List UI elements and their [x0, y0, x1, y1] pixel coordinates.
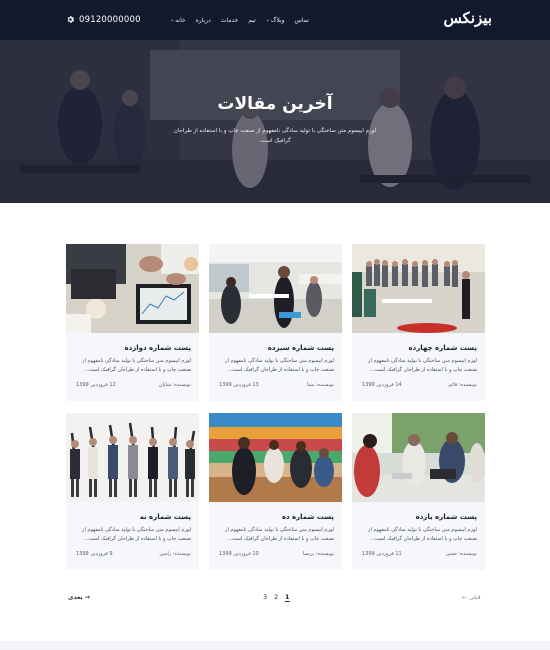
nav-item[interactable]: خانه ⌄ [170, 17, 186, 24]
post-title[interactable]: پست شماره ده [282, 513, 334, 521]
nav-item[interactable]: خدمات [221, 17, 239, 24]
post-date: 10 فروردین 1399 [219, 551, 259, 557]
nav-item[interactable]: تماس [295, 17, 309, 24]
top-navbar: بیزنکس خانه ⌄ درباره خدمات تیم وبلاگ ⌄ تماس 091… [0, 0, 550, 40]
post-author: نویسنده: حسن [445, 551, 477, 557]
post-excerpt: لورم ایپسوم متن ساختگی با تولید سادگی نا… [368, 358, 477, 373]
post-image-celebrating-team[interactable] [66, 413, 199, 502]
next-page-link[interactable]: بعدی → [68, 594, 90, 601]
page-link-2[interactable]: 2 [274, 593, 278, 601]
post-author: نویسنده: رامین [159, 551, 191, 557]
chevron-down-icon: ⌄ [265, 17, 270, 23]
post-card[interactable]: پست شماره سیزده لورم ایپسوم متن ساختگی ب… [209, 244, 342, 401]
post-image-office-meeting[interactable] [209, 244, 342, 333]
post-author: نویسنده: مینا [306, 382, 334, 388]
post-author: نویسنده: قائم [448, 382, 478, 388]
chevron-down-icon: ⌄ [170, 17, 175, 23]
nav-item-label: خانه [175, 16, 186, 24]
post-excerpt: لورم ایپسوم متن ساختگی با تولید سادگی نا… [225, 527, 334, 542]
post-title[interactable]: پست شماره سیزده [268, 344, 334, 352]
footer-strip [0, 641, 550, 650]
post-title[interactable]: پست شماره چهارده [409, 344, 477, 352]
nav-item-label: خدمات [220, 16, 239, 24]
site-logo[interactable]: بیزنکس [443, 9, 492, 27]
hero-banner: آخرین مقالات لورم ایپسوم متن ساختگی با ت… [0, 40, 550, 203]
phone-number[interactable]: 09120000000 [79, 15, 141, 25]
post-date: 9 فروردین 1399 [76, 551, 113, 557]
post-card[interactable]: پست شماره یازده لورم ایپسوم متن ساختگی ب… [352, 413, 485, 570]
post-image-colorful-stairs[interactable] [209, 413, 342, 502]
nav-item-label: تماس [294, 16, 309, 24]
post-excerpt: لورم ایپسوم متن ساختگی با تولید سادگی نا… [82, 527, 191, 542]
hero-title: آخرین مقالات [217, 94, 333, 114]
post-date: 11 فروردین 1399 [362, 551, 402, 557]
main-menu: خانه ⌄ درباره خدمات تیم وبلاگ ⌄ تماس [170, 0, 309, 40]
post-excerpt: لورم ایپسوم متن ساختگی با تولید سادگی نا… [368, 527, 477, 542]
post-author: نویسنده: شایان [158, 382, 191, 388]
nav-item[interactable]: درباره [196, 17, 211, 24]
post-image-desk-charts[interactable] [66, 244, 199, 333]
post-date: 12 فروردین 1399 [76, 382, 116, 388]
post-image-conference-room[interactable] [352, 244, 485, 333]
post-author: نویسنده: پریسا [302, 551, 334, 557]
gear-icon[interactable] [66, 15, 75, 24]
post-date: 13 فروردین 1399 [219, 382, 259, 388]
post-card[interactable]: پست شماره چهارده لورم ایپسوم متن ساختگی … [352, 244, 485, 401]
post-card[interactable]: پست شماره نه لورم ایپسوم متن ساختگی با ت… [66, 413, 199, 570]
hero-overlay [0, 40, 550, 203]
nav-item-label: وبلاگ [271, 16, 285, 24]
post-excerpt: لورم ایپسوم متن ساختگی با تولید سادگی نا… [82, 358, 191, 373]
post-date: 14 فروردین 1399 [362, 382, 402, 388]
post-title[interactable]: پست شماره دوازده [125, 344, 192, 352]
post-image-laptop-team[interactable] [352, 413, 485, 502]
post-title[interactable]: پست شماره یازده [416, 513, 477, 521]
post-title[interactable]: پست شماره نه [140, 513, 191, 521]
page-link-3[interactable]: 3 [263, 593, 267, 601]
prev-page-link[interactable]: ← قبلی [462, 594, 481, 601]
hero-subtitle: لورم ایپسوم متن ساختگی با تولید سادگی نا… [173, 128, 377, 144]
nav-item-label: تیم [248, 16, 256, 24]
page-link-1[interactable]: 1 [285, 593, 290, 602]
nav-item-label: درباره [195, 16, 211, 24]
post-excerpt: لورم ایپسوم متن ساختگی با تولید سادگی نا… [225, 358, 334, 373]
nav-item[interactable]: وبلاگ ⌄ [266, 17, 285, 24]
post-card[interactable]: پست شماره دوازده لورم ایپسوم متن ساختگی … [66, 244, 199, 401]
post-card[interactable]: پست شماره ده لورم ایپسوم متن ساختگی با ت… [209, 413, 342, 570]
nav-item[interactable]: تیم [248, 17, 255, 24]
